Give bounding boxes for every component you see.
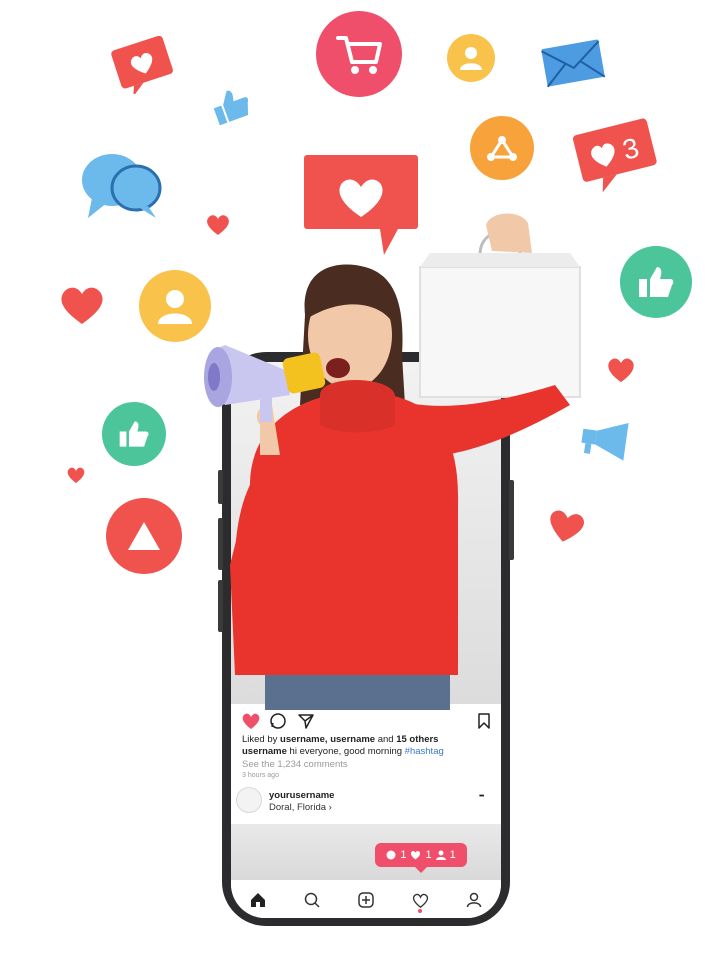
tab-home[interactable]: [244, 886, 272, 914]
followers-count: 1: [449, 849, 456, 861]
user-icon: [435, 850, 446, 860]
caption-text: hi everyone, good morning: [289, 746, 403, 757]
heart-icon: [58, 282, 106, 326]
tab-profile[interactable]: [460, 886, 488, 914]
heart-notification-icon: 3: [572, 118, 660, 192]
avatar[interactable]: [236, 787, 262, 813]
bottom-tab-bar: [231, 882, 501, 918]
account-row[interactable]: yourusername Doral, Florida › •••: [236, 787, 496, 817]
heart-icon[interactable]: [241, 712, 261, 730]
shopping-cart-icon: [316, 11, 402, 97]
bookmark-icon[interactable]: [477, 712, 491, 730]
likes-line: Liked by username, username and 15 other…: [242, 734, 492, 746]
caption-line: username hi everyone, good morning #hash…: [242, 746, 492, 758]
chevron-right-icon: ›: [328, 802, 332, 813]
shopping-bag: [419, 266, 581, 398]
share-icon: [470, 116, 534, 180]
envelope-icon: [540, 38, 606, 88]
thumbs-up-icon: [210, 86, 254, 126]
post-actions: [241, 712, 493, 732]
heart-icon: [411, 850, 421, 860]
comments-count: 1: [400, 849, 407, 861]
caption-username[interactable]: username: [242, 746, 287, 757]
likes-and: and: [377, 734, 394, 745]
chat-bubbles-icon: [78, 148, 164, 226]
woman-with-megaphone-illustration: [204, 213, 581, 710]
location-text: Doral, Florida: [269, 802, 327, 813]
add-post-icon: [358, 892, 374, 908]
search-icon: [304, 892, 320, 908]
heart-icon: [606, 356, 636, 384]
activity-notification[interactable]: 1 1 1: [375, 843, 467, 873]
triangle-play-icon: [106, 498, 182, 574]
liked-others-link[interactable]: 15 others: [396, 734, 438, 745]
likes-count: 1: [425, 849, 432, 861]
account-username[interactable]: yourusername: [269, 790, 334, 801]
hand: [486, 213, 532, 253]
heart-icon: [66, 466, 86, 484]
more-options-icon[interactable]: •••: [479, 793, 484, 800]
hashtag-link[interactable]: #hashtag: [405, 746, 444, 757]
account-location[interactable]: Doral, Florida ›: [269, 802, 332, 813]
tab-create[interactable]: [352, 886, 380, 914]
like-badge-icon: [102, 402, 166, 466]
likes-prefix: Liked by: [242, 734, 278, 745]
profile-icon: [466, 892, 482, 908]
tab-activity[interactable]: [406, 886, 434, 914]
post-timestamp: 3 hours ago: [242, 772, 279, 779]
comment-icon[interactable]: [269, 712, 287, 730]
liked-users-link[interactable]: username, username: [280, 734, 375, 745]
heart-outline-icon: [412, 893, 428, 908]
like-badge-icon: [620, 246, 692, 318]
activity-indicator: [418, 909, 422, 913]
heart-bubble-icon: [110, 36, 176, 94]
tab-search[interactable]: [298, 886, 326, 914]
user-icon: [447, 34, 495, 82]
home-icon: [251, 893, 265, 907]
send-icon[interactable]: [297, 712, 315, 730]
comment-icon: [386, 850, 396, 860]
